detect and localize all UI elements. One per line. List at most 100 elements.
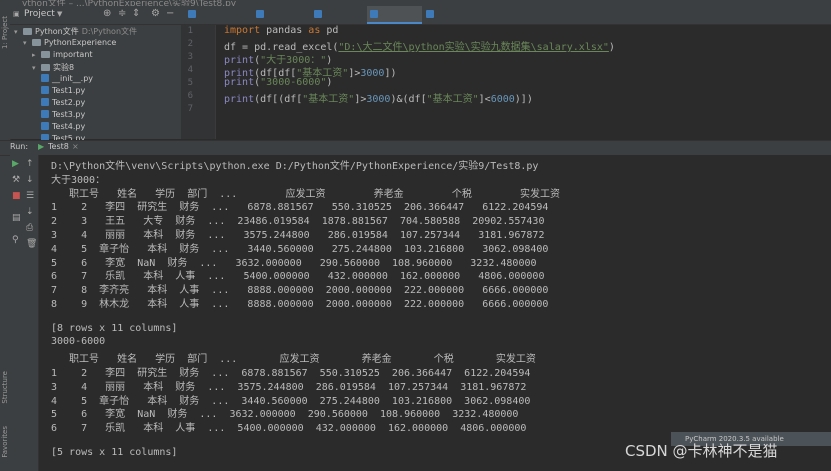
tree-folder-item[interactable]: ▾ 实验8	[32, 62, 74, 74]
line-number: 6	[187, 91, 193, 101]
console-line: 职工号 姓名 学历 部门 ... 应发工资 养老金 个税 实发工资	[51, 188, 560, 200]
line-number: 4	[187, 65, 193, 75]
chevron-right-icon[interactable]: ▸	[32, 51, 41, 59]
folder-icon	[32, 39, 41, 46]
tree-file-item[interactable]: Test1.py	[41, 86, 85, 98]
code-editor[interactable]: import pandas as pd df = pd.read_excel("…	[216, 25, 831, 139]
editor-tab-test7[interactable]: Test7.py×	[311, 6, 366, 37]
run-tool-header: Run: ▶ Test8 ×	[0, 140, 831, 156]
console-line: 大于3000：	[51, 174, 106, 186]
watermark: CSDN @卡林神不是猫	[625, 442, 778, 460]
console-line: [5 rows x 11 columns]	[51, 446, 178, 458]
line-number: 2	[187, 39, 193, 49]
console-line: 5 6 李宽 NaN 财务 ... 3632.000000 290.560000…	[51, 409, 519, 421]
editor-tab-test5[interactable]: Test5.py×	[423, 6, 478, 37]
python-run-icon: ▶	[38, 142, 45, 151]
project-panel-title[interactable]: Project	[24, 9, 55, 19]
rerun-icon[interactable]: ▶	[12, 159, 19, 169]
python-file-icon	[314, 10, 322, 18]
console-line: D:\Python文件\venv\Scripts\python.exe D:/P…	[51, 161, 539, 172]
editor-tab-test8[interactable]: Test8.py×	[367, 6, 422, 37]
chevron-down-icon[interactable]: ▾	[23, 39, 32, 47]
line-number: 3	[187, 52, 193, 62]
tree-folder-item[interactable]: ▾ Python文件 D:\Python文件	[14, 26, 137, 38]
tree-item-label: Python文件	[35, 27, 79, 36]
down-arrow-icon[interactable]: ↓	[26, 175, 34, 185]
editor-tab-test4[interactable]: Test4.py×	[253, 6, 308, 37]
tree-item-label: Test2.py	[52, 98, 86, 107]
expand-all-icon[interactable]: ≑	[118, 8, 126, 19]
wrench-icon[interactable]: ⚒	[12, 175, 20, 185]
tree-item-label: __init__.py	[52, 74, 94, 83]
gear-icon[interactable]: ⚙	[151, 8, 160, 19]
locate-icon[interactable]: ⊕	[103, 8, 111, 19]
console-line: 1 2 李四 研究生 财务 ... 6878.881567 550.310525…	[51, 202, 549, 214]
console-line: 5 6 李宽 NaN 财务 ... 3632.000000 290.560000…	[51, 257, 537, 269]
tree-file-item[interactable]: __init__.py	[41, 74, 93, 86]
python-file-icon	[426, 10, 434, 18]
tree-folder-item[interactable]: ▸ important	[32, 50, 93, 62]
tree-item-label: PythonExperience	[44, 38, 117, 47]
pin-icon[interactable]: ⚲	[12, 235, 19, 245]
console-line: 7 8 李齐亮 本科 人事 ... 8888.000000 2000.00000…	[51, 285, 549, 297]
chevron-down-icon[interactable]: ▼	[57, 10, 62, 18]
project-panel: ▣ Project ▼ ⊕ ≑ ⇕ ⚙ − ▾ Python文件 D:\Python…	[10, 6, 181, 143]
line-number: 1	[187, 26, 193, 36]
console-line: 4 5 章子怡 本科 财务 ... 3440.560000 275.244800…	[51, 243, 549, 255]
line-number-gutter: 1 2 3 4 5 6 7	[181, 25, 216, 139]
trash-icon[interactable]: 🗑	[26, 239, 37, 249]
console-output[interactable]: D:\Python文件\venv\Scripts\python.exe D:/P…	[39, 155, 831, 471]
tree-folder-item[interactable]: ▾ PythonExperience	[23, 38, 116, 50]
console-line: [8 rows x 11 columns]	[51, 322, 178, 334]
code-line: import pandas as pd	[224, 25, 339, 36]
console-line: 4 5 章子怡 本科 财务 ... 3440.560000 275.244800…	[51, 395, 531, 407]
console-line: 6 7 乐凯 本科 人事 ... 5400.000000 432.000000 …	[51, 271, 545, 283]
run-label: Run:	[10, 142, 29, 151]
folder-icon	[41, 64, 50, 71]
stop-icon[interactable]: ■	[12, 191, 21, 201]
close-icon[interactable]: ×	[72, 142, 79, 151]
structure-tool-tab[interactable]: Structure	[1, 371, 9, 404]
hide-icon[interactable]: −	[166, 8, 174, 19]
project-panel-header: ▣ Project ▼ ⊕ ≑ ⇕ ⚙ −	[10, 6, 181, 25]
soft-wrap-icon[interactable]: ☰	[26, 191, 34, 201]
tree-item-label: Test4.py	[52, 122, 86, 131]
chevron-down-icon[interactable]: ▾	[32, 64, 41, 72]
scroll-to-end-icon[interactable]: ⇣	[26, 207, 34, 217]
line-number: 5	[187, 78, 193, 88]
layout-icon[interactable]: ▤	[12, 213, 21, 223]
console-line: 8 9 林木龙 本科 人事 ... 8888.000000 2000.00000…	[51, 299, 549, 310]
run-toolbar: ▶ ↑ ⚒ ↓ ■ ☰ ⇣ ▤ ⎙ ⚲ 🗑	[10, 155, 39, 471]
tree-file-item[interactable]: Test3.py	[41, 110, 85, 122]
tree-item-label: important	[53, 50, 93, 59]
run-config-tab[interactable]: Test8	[48, 142, 69, 151]
python-file-icon	[41, 86, 49, 94]
python-file-icon	[370, 10, 378, 18]
up-arrow-icon[interactable]: ↑	[26, 159, 34, 169]
python-file-icon	[41, 122, 49, 130]
print-icon[interactable]: ⎙	[26, 223, 33, 233]
collapse-all-icon[interactable]: ⇕	[132, 8, 140, 19]
chevron-down-icon[interactable]: ▾	[14, 28, 23, 36]
tree-file-item[interactable]: Test2.py	[41, 98, 85, 110]
console-line: 6 7 乐凯 本科 人事 ... 5400.000000 432.000000 …	[51, 423, 527, 435]
console-line: 3 4 丽丽 本科 财务 ... 3575.244800 286.019584 …	[51, 230, 545, 241]
python-file-icon	[188, 10, 196, 18]
folder-icon	[23, 28, 32, 35]
tree-file-item[interactable]: Test4.py	[41, 122, 85, 134]
editor-tab-bar: Test3.py× Test4.py×Test7.py×Test8.py×Test…	[181, 6, 831, 37]
code-line: print("3000-6000")	[224, 77, 333, 88]
project-tool-tab[interactable]: 1: Project	[1, 16, 9, 49]
tree-item-label: 实验8	[53, 63, 75, 72]
python-file-icon	[41, 110, 49, 118]
python-file-icon	[41, 74, 49, 82]
favorites-tool-tab[interactable]: Favorites	[1, 426, 9, 458]
python-file-icon	[41, 98, 49, 106]
tree-item-label: Test1.py	[52, 86, 86, 95]
console-line: 2 3 王五 大专 财务 ... 23486.019584 1878.88156…	[51, 216, 545, 228]
console-line: 3000-6000	[51, 336, 106, 348]
editor-tab-test3[interactable]: Test3.py×	[185, 6, 240, 37]
folder-icon	[41, 51, 50, 58]
console-line: 职工号 姓名 学历 部门 ... 应发工资 养老金 个税 实发工资	[51, 354, 536, 366]
project-view-icon: ▣	[13, 10, 20, 18]
